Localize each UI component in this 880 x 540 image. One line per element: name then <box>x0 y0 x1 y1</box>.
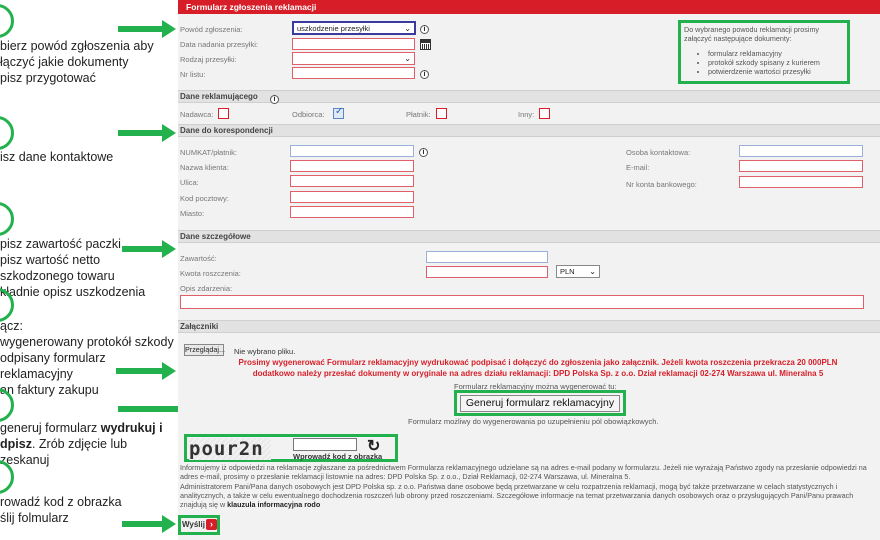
other-label: Inny: <box>518 110 535 119</box>
chevron-down-icon: ⌄ <box>589 267 596 276</box>
captcha-input[interactable] <box>293 438 357 451</box>
email-label: E-mail: <box>626 163 650 172</box>
info-icon[interactable]: i <box>420 25 429 34</box>
parcel-type-select[interactable]: ⌄ <box>292 52 415 65</box>
send-button[interactable]: Wyślij <box>182 519 205 531</box>
step-5-text: generuj formularz wydrukuj i dpisz. Zrób… <box>0 421 163 467</box>
reason-select[interactable]: uszkodzenie przesyłki ⌄ <box>292 21 416 35</box>
details-section-header: Dane szczegółowe <box>178 230 880 243</box>
step-1-marker <box>0 4 14 38</box>
other-checkbox[interactable] <box>539 108 550 119</box>
email-input[interactable] <box>739 160 863 172</box>
step-2-marker <box>0 116 14 150</box>
reason-label: Powód zgłoszenia: <box>180 25 243 34</box>
numkat-input[interactable] <box>290 145 414 157</box>
send-date-input[interactable] <box>292 38 415 50</box>
form-title: Formularz zgłoszenia reklamacji <box>178 0 880 14</box>
info-icon[interactable]: i <box>419 148 428 157</box>
step-3-marker <box>0 202 14 236</box>
arrow-right-icon[interactable]: › <box>206 519 217 530</box>
document-item: protokół szkody spisany z kurierem <box>708 58 844 67</box>
chevron-down-icon: ⌄ <box>404 24 411 33</box>
step-6-text: rowadź kod z obrazka ślij folmularz <box>0 495 122 525</box>
postcode-input[interactable] <box>290 191 414 203</box>
info-icon[interactable]: i <box>420 70 429 79</box>
sender-checkbox[interactable] <box>218 108 229 119</box>
recipient-checkbox[interactable] <box>333 106 344 119</box>
legal-notice: Informujemy iż odpowiedzi na reklamacje … <box>180 463 867 510</box>
required-documents-box: Do wybranego powodu reklamacji prosimy z… <box>678 20 850 84</box>
city-label: Miasto: <box>180 209 205 218</box>
document-item: formularz reklamacyjny <box>708 49 844 58</box>
bank-account-label: Nr konta bankowego: <box>626 180 697 189</box>
sender-label: Nadawca: <box>180 110 214 119</box>
calendar-icon[interactable] <box>420 39 431 50</box>
generate-hint-below: Formularz możliwy do wygenerowania po uz… <box>408 417 659 426</box>
captcha-label: Wprowadź kod z obrazka <box>293 452 383 461</box>
claim-amount-label: Kwota roszczenia: <box>180 269 241 278</box>
info-icon[interactable]: i <box>270 95 279 104</box>
complaint-form: Formularz zgłoszenia reklamacji Powód zg… <box>178 0 880 540</box>
client-name-input[interactable] <box>290 160 414 172</box>
content-label: Zawartość: <box>180 254 217 263</box>
city-input[interactable] <box>290 206 414 218</box>
step-1-text: bierz powód zgłoszenia aby łączyć jakie … <box>0 39 154 85</box>
document-item: potwierdzenie wartości przesyłki <box>708 67 844 76</box>
send-date-label: Data nadania przesyłki: <box>180 40 258 49</box>
street-input[interactable] <box>290 175 414 187</box>
postcode-label: Kod pocztowy: <box>180 194 229 203</box>
attachment-warning: Prosimy wygenerować Formularz reklamacyj… <box>238 358 838 378</box>
no-file-label: Nie wybrano pliku. <box>234 347 296 356</box>
attachments-section-header: Załączniki <box>178 320 880 333</box>
chevron-down-icon: ⌄ <box>404 54 411 63</box>
street-label: Ulica: <box>180 178 199 187</box>
contact-person-input[interactable] <box>739 145 863 157</box>
captcha-highlight: pour2n ↻ Wprowadź kod z obrazka <box>184 434 398 462</box>
bank-account-input[interactable] <box>739 176 863 188</box>
currency-select[interactable]: PLN ⌄ <box>556 265 600 278</box>
step-4-text: ącz: wygenerowany protokół szkody odpisa… <box>0 319 174 397</box>
contact-section-header: Dane do korespondencji <box>178 124 880 137</box>
send-highlight: Wyślij › <box>178 515 220 535</box>
tutorial-panel: bierz powód zgłoszenia aby łączyć jakie … <box>0 0 178 540</box>
numkat-label: NUMKAT/płatnik: <box>180 148 237 157</box>
content-input[interactable] <box>426 251 548 263</box>
client-name-label: Nazwa klienta: <box>180 163 229 172</box>
claim-amount-input[interactable] <box>426 266 548 278</box>
payer-checkbox[interactable] <box>436 108 447 119</box>
generate-form-button[interactable]: Generuj formularz reklamacyjny <box>460 395 620 412</box>
parcel-type-label: Rodzaj przesyłki: <box>180 55 237 64</box>
waybill-label: Nr listu: <box>180 70 206 79</box>
recipient-label: Odbiorca: <box>292 110 325 119</box>
waybill-input[interactable] <box>292 67 415 79</box>
description-input[interactable] <box>180 295 864 309</box>
claimant-section-header: Dane reklamującego <box>178 90 880 103</box>
contact-person-label: Osoba kontaktowa: <box>626 148 691 157</box>
step-2-text: isz dane kontaktowe <box>0 150 114 164</box>
payer-label: Płatnik: <box>406 110 431 119</box>
browse-button[interactable]: Przeglądaj... <box>184 344 225 356</box>
captcha-image: pour2n <box>189 438 271 460</box>
description-label: Opis zdarzenia: <box>180 284 233 293</box>
generate-highlight: Generuj formularz reklamacyjny <box>454 390 626 416</box>
